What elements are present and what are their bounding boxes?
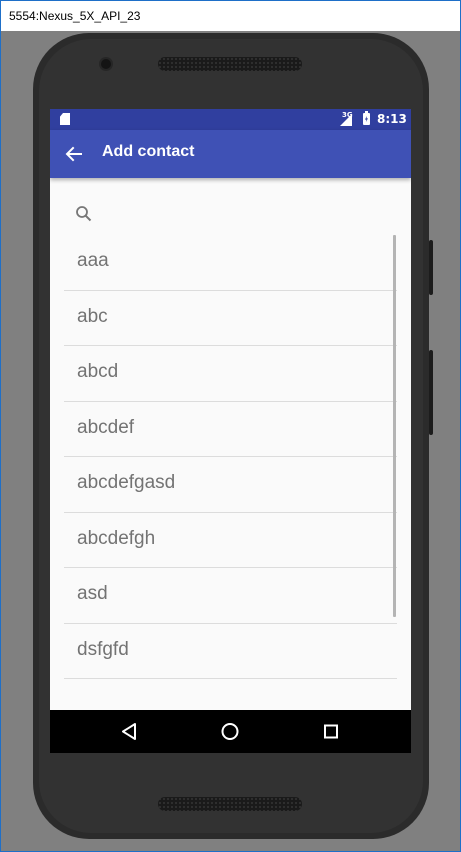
- contact-name: dsfgfd: [77, 638, 129, 660]
- contact-name: abcdef: [77, 416, 135, 438]
- nav-home-button[interactable]: [200, 710, 260, 753]
- back-button[interactable]: [60, 140, 88, 168]
- triangle-back-icon: [122, 723, 136, 740]
- front-camera: [101, 59, 111, 69]
- power-button[interactable]: [429, 350, 433, 435]
- contact-list-item[interactable]: abcd: [64, 346, 397, 402]
- contact-list: aaa abc abcd abcdef abcdefgasd abcdefgh asd dsf…: [50, 235, 411, 679]
- contact-list-item[interactable]: abcdefgh: [64, 513, 397, 568]
- list-scrollbar[interactable]: [393, 235, 396, 617]
- contact-list-item[interactable]: abcdefgasd: [64, 457, 397, 513]
- app-toolbar: Add contact: [50, 130, 411, 178]
- contact-list-item[interactable]: abc: [64, 291, 397, 346]
- contact-name: abc: [77, 305, 108, 327]
- square-recents-icon: [324, 724, 338, 739]
- device-screen: 3G 8:13 Add contact aaa abc abcd abcdef abcd…: [50, 109, 411, 753]
- status-clock: 8:13: [377, 112, 407, 126]
- navigation-bar: [50, 710, 411, 753]
- bottom-speaker-grille: [158, 797, 302, 811]
- network-type: 3G: [342, 111, 353, 119]
- page-title: Add contact: [102, 143, 195, 160]
- search-icon: [76, 206, 92, 222]
- contact-list-item[interactable]: asd: [64, 568, 397, 624]
- top-speaker-grille: [158, 57, 302, 71]
- contact-name: abcdefgasd: [77, 472, 176, 493]
- circle-home-icon: [221, 723, 239, 740]
- arrow-back-icon: [65, 146, 82, 162]
- contact-list-item[interactable]: aaa: [64, 235, 397, 291]
- sd-card-icon: [60, 113, 70, 125]
- contact-list-item[interactable]: dsfgfd: [64, 624, 397, 679]
- status-bar: 3G 8:13: [50, 109, 411, 130]
- contact-name: abcd: [77, 361, 119, 382]
- contact-list-item[interactable]: abcdef: [64, 402, 397, 457]
- battery-charging-icon: [363, 111, 370, 125]
- contact-name: abcdefgh: [77, 527, 156, 549]
- window-titlebar[interactable]: 5554:Nexus_5X_API_23: [1, 1, 460, 31]
- nav-recents-button[interactable]: [301, 710, 361, 753]
- volume-button[interactable]: [429, 240, 433, 295]
- contact-name: asd: [77, 583, 108, 604]
- search-input[interactable]: [102, 203, 386, 227]
- nav-back-button[interactable]: [99, 710, 159, 753]
- window-title: 5554:Nexus_5X_API_23: [9, 9, 141, 23]
- contact-name: aaa: [77, 250, 109, 271]
